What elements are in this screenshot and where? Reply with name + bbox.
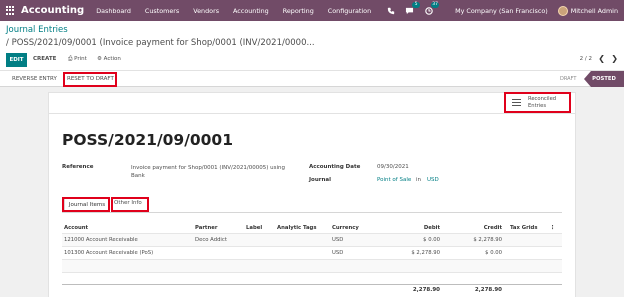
accounting-date-label: Accounting Date: [309, 164, 361, 170]
avatar: [557, 5, 568, 16]
control-panel: Journal Entries / POSS/2021/09/0001 (Inv…: [0, 21, 624, 71]
journal-link[interactable]: Point of Sale: [377, 177, 411, 183]
stage-draft: DRAFT: [560, 76, 577, 82]
reference-label: Reference: [62, 164, 94, 170]
column-header-currency[interactable]: Currency: [332, 225, 359, 231]
action-dropdown[interactable]: ⚙ Action: [97, 56, 121, 62]
highlight-box-other-info: [111, 197, 149, 212]
row-2-debit: $ 2,278.90: [411, 250, 440, 256]
edit-button[interactable]: EDIT: [6, 53, 27, 67]
tab-divider: [62, 212, 562, 213]
status-bar: REVERSE ENTRY RESET TO DRAFT DRAFT POSTE…: [0, 71, 624, 87]
pager-previous-icon[interactable]: ❮: [598, 54, 605, 63]
column-header-analytic-tags[interactable]: Analytic Tags: [277, 225, 317, 231]
smart-button-box: [48, 92, 576, 114]
row-1-account: 121000 Account Receivable: [64, 237, 138, 243]
company-switcher[interactable]: My Company (San Francisco): [455, 7, 548, 15]
row-divider: [62, 246, 562, 247]
print-dropdown[interactable]: ⎙ Print: [68, 56, 87, 63]
page-title: POSS/2021/09/0001: [62, 131, 233, 149]
stage-posted: POSTED: [584, 71, 624, 87]
totals-divider: [62, 284, 562, 285]
total-debit: 2,278.90: [412, 287, 440, 293]
top-navbar: Accounting Dashboard Customers Vendors A…: [0, 0, 624, 21]
reference-value: Invoice payment for Shop/0001 (INV/2021/…: [131, 165, 285, 179]
menu-accounting[interactable]: Accounting: [233, 7, 269, 15]
phone-icon[interactable]: [386, 6, 395, 15]
column-header-partner[interactable]: Partner: [195, 225, 217, 231]
breadcrumb-current-record: / POSS/2021/09/0001 (Invoice payment for…: [6, 38, 315, 48]
activities-badge: 37: [431, 2, 440, 8]
menu-reporting[interactable]: Reporting: [283, 7, 314, 15]
highlight-box-reconciled: [504, 92, 571, 113]
row-1-currency: USD: [332, 237, 344, 243]
column-header-credit[interactable]: Credit: [462, 225, 502, 231]
pager-counter[interactable]: 2 / 2: [580, 56, 592, 62]
column-header-tax-grids[interactable]: Tax Grids: [510, 225, 538, 231]
reverse-entry-button[interactable]: REVERSE ENTRY: [12, 76, 57, 82]
optional-columns-icon[interactable]: ⋮: [550, 225, 555, 231]
column-header-label[interactable]: Label: [246, 225, 262, 231]
row-2-account: 101300 Account Receivable (PoS): [64, 250, 154, 256]
highlight-box-reset: [63, 72, 117, 87]
row-1-partner: Deco Addict: [195, 237, 227, 243]
navbar-systray: 5 37 My Company (San Francisco) Mitchell…: [386, 0, 618, 21]
messages-badge: 5: [412, 2, 421, 8]
row-2-credit: $ 0.00: [485, 250, 502, 256]
menu-dashboard[interactable]: Dashboard: [96, 7, 131, 15]
row-1-credit: $ 2,278.90: [473, 237, 502, 243]
row-divider: [62, 272, 562, 273]
user-name: Mitchell Admin: [570, 6, 618, 15]
total-credit: 2,278.90: [474, 287, 502, 293]
column-header-debit[interactable]: Debit: [400, 225, 440, 231]
menu-configuration[interactable]: Configuration: [328, 7, 371, 15]
row-2-currency: USD: [332, 250, 344, 256]
column-header-account[interactable]: Account: [64, 225, 88, 231]
accounting-date-value: 09/30/2021: [377, 164, 409, 170]
app-grid-icon[interactable]: [6, 6, 15, 15]
breadcrumb-journal-entries[interactable]: Journal Entries: [6, 25, 68, 35]
create-button[interactable]: CREATE: [33, 56, 56, 62]
user-menu[interactable]: Mitchell Admin: [557, 5, 618, 16]
highlight-box-journal-items: [62, 197, 110, 212]
journal-label: Journal: [309, 177, 331, 183]
app-brand[interactable]: Accounting: [21, 5, 84, 16]
menu-vendors[interactable]: Vendors: [193, 7, 219, 15]
menu-customers[interactable]: Customers: [145, 7, 179, 15]
pager-next-icon[interactable]: ❯: [611, 54, 618, 63]
activities-clock-icon[interactable]: 37: [424, 2, 440, 15]
journal-in-text: in: [416, 177, 422, 183]
row-1-debit: $ 0.00: [423, 237, 440, 243]
empty-row: [62, 260, 562, 272]
journal-currency-link[interactable]: USD: [427, 177, 439, 183]
messages-icon[interactable]: 5: [405, 2, 421, 15]
